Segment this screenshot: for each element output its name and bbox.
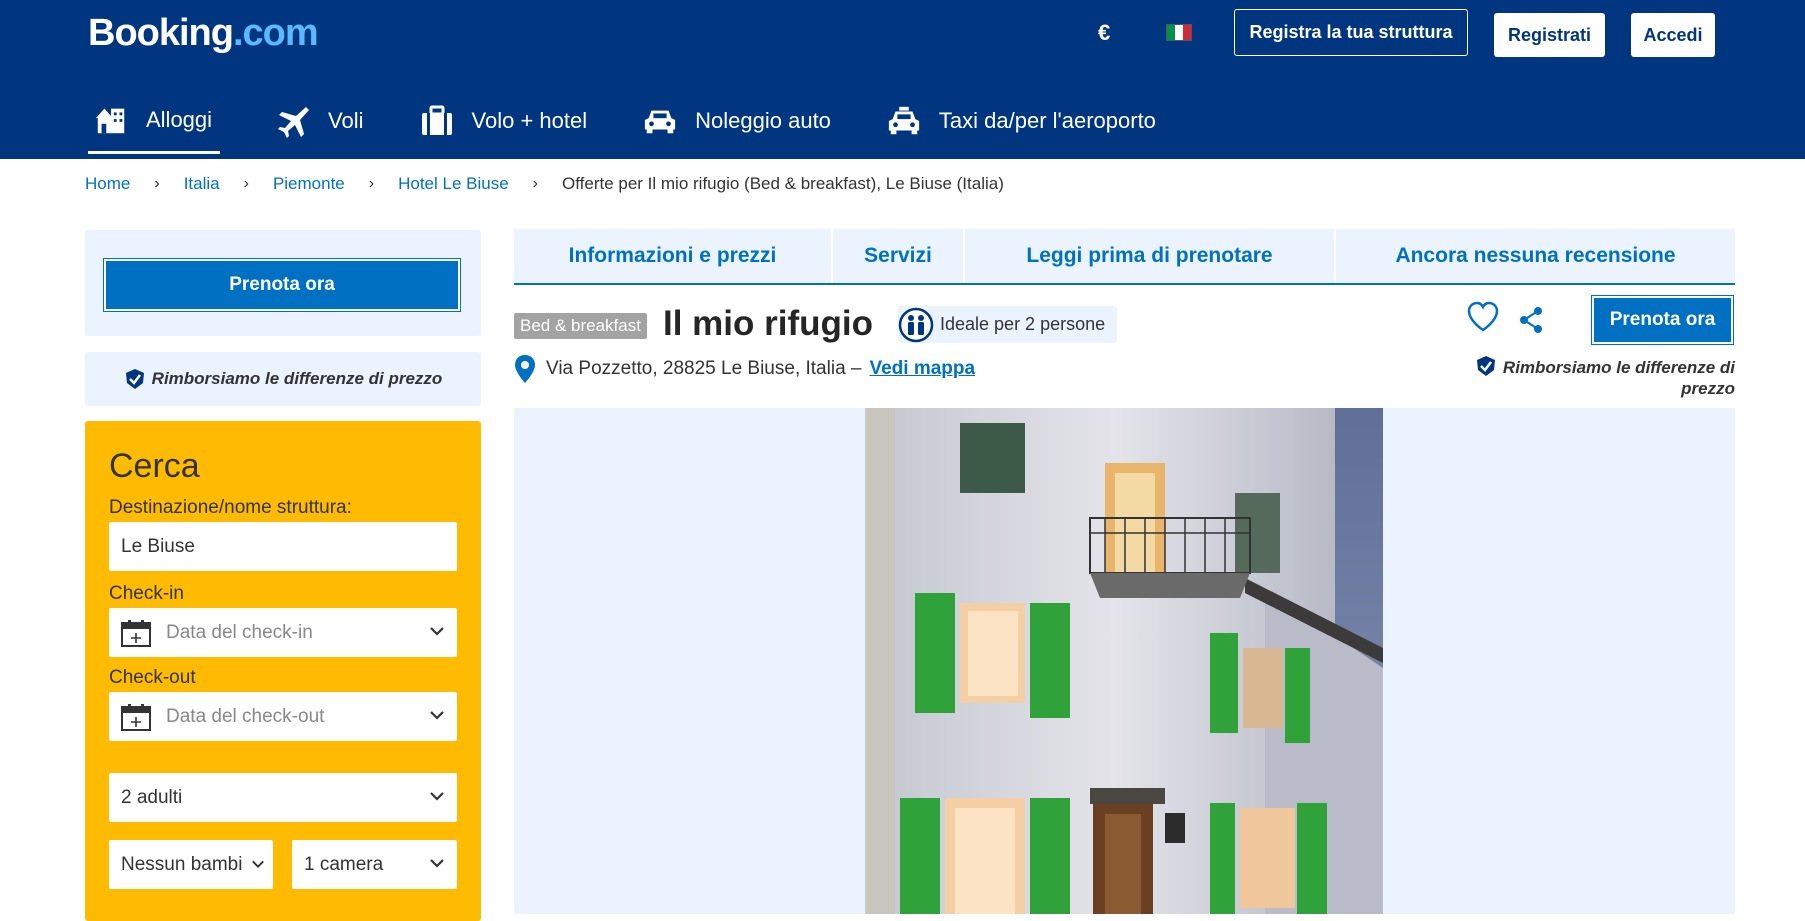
currency-selector[interactable]: €: [1098, 20, 1110, 46]
children-select[interactable]: Nessun bambino: [109, 840, 273, 889]
calendar-icon: [121, 619, 151, 647]
chevron-down-icon: [429, 855, 445, 871]
nav-label: Noleggio auto: [695, 108, 831, 133]
show-map-link[interactable]: Vedi mappa: [869, 358, 975, 380]
price-match-icon: [1475, 355, 1497, 377]
nav-item-flight-hotel[interactable]: Volo + hotel: [420, 88, 588, 154]
chevron-right-icon: ›: [243, 175, 249, 192]
hotel-icon: [94, 104, 128, 136]
adults-select[interactable]: 2 adulti: [109, 773, 457, 822]
price-match-text: Rimborsiamo le differenze di prezzo: [1502, 358, 1735, 398]
checkin-field[interactable]: Data del check-in: [109, 608, 457, 657]
chevron-right-icon: ›: [368, 175, 375, 192]
breadcrumb-city[interactable]: Hotel Le Biuse: [398, 174, 509, 194]
ideal-for-badge: Ideale per 2 persone: [898, 306, 1118, 343]
heart-icon[interactable]: [1466, 300, 1500, 334]
plane-icon: [276, 105, 310, 138]
nav-label: Volo + hotel: [471, 108, 588, 133]
map-pin-icon: [515, 355, 535, 383]
suitcase-icon: [420, 105, 454, 137]
breadcrumb-region[interactable]: Piemonte: [273, 174, 345, 194]
nav-item-airport-taxi[interactable]: Taxi da/per l'aeroporto: [887, 88, 1156, 154]
destination-label: Destinazione/nome struttura:: [109, 497, 352, 518]
property-tabs: Informazioni e prezzi Servizi Leggi prim…: [514, 229, 1735, 285]
two-people-icon: [898, 307, 934, 342]
sidebar-price-match: Rimborsiamo le differenze di prezzo: [85, 352, 481, 406]
main-nav: Alloggi Voli Volo + hotel Noleggio auto …: [88, 88, 1212, 158]
book-now-button[interactable]: Prenota ora: [1592, 296, 1733, 344]
taxi-icon: [887, 105, 921, 137]
property-title: Il mio rifugio: [663, 304, 873, 343]
register-button[interactable]: Registrati: [1494, 13, 1605, 57]
checkout-field[interactable]: Data del check-out: [109, 692, 457, 741]
tab-facilities[interactable]: Servizi: [833, 229, 965, 283]
nav-item-car-rental[interactable]: Noleggio auto: [643, 88, 831, 154]
tab-reviews[interactable]: Ancora nessuna recensione: [1336, 229, 1735, 283]
checkout-label: Check-out: [109, 667, 196, 688]
nav-label: Taxi da/per l'aeroporto: [938, 108, 1156, 133]
login-button[interactable]: Accedi: [1631, 13, 1715, 57]
share-icon[interactable]: [1518, 306, 1544, 334]
ideal-for-text: Ideale per 2 persone: [940, 314, 1106, 334]
nav-label: Voli: [328, 108, 364, 133]
calendar-icon: [121, 703, 151, 731]
language-flag-icon[interactable]: [1166, 24, 1192, 41]
destination-input[interactable]: Le Biuse: [109, 522, 457, 571]
breadcrumb-current: Offerte per Il mio rifugio (Bed & breakf…: [562, 174, 1004, 193]
list-property-button[interactable]: Registra la tua struttura: [1234, 9, 1468, 56]
breadcrumb-country[interactable]: Italia: [184, 174, 220, 194]
site-header: Booking.com € Registra la tua struttura …: [0, 0, 1805, 159]
nav-label: Alloggi: [146, 106, 213, 132]
checkin-label: Check-in: [109, 583, 184, 604]
chevron-right-icon: ›: [532, 175, 538, 192]
breadcrumb: Home › Italia › Piemonte › Hotel Le Bius…: [85, 174, 1004, 194]
sidebar-book-panel: Prenota ora: [85, 230, 481, 336]
property-photo[interactable]: [865, 408, 1383, 914]
property-type-badge: Bed & breakfast: [514, 313, 647, 339]
chevron-right-icon: ›: [154, 175, 160, 192]
chevron-down-icon: [430, 711, 444, 720]
tab-info-prices[interactable]: Informazioni e prezzi: [514, 229, 833, 283]
chevron-down-icon: [243, 855, 273, 873]
booking-logo[interactable]: Booking.com: [88, 12, 319, 55]
breadcrumb-home[interactable]: Home: [85, 174, 130, 194]
price-match-note: Rimborsiamo le differenze di prezzo: [1470, 355, 1735, 399]
tab-house-rules[interactable]: Leggi prima di prenotare: [965, 229, 1336, 283]
property-address: Via Pozzetto, 28825 Le Biuse, Italia – V…: [514, 354, 975, 384]
chevron-down-icon: [430, 627, 444, 636]
rooms-select[interactable]: 1 camera: [292, 840, 457, 889]
chevron-down-icon: [429, 788, 445, 804]
search-title: Cerca: [109, 447, 200, 485]
nav-item-stays[interactable]: Alloggi: [88, 88, 221, 154]
search-panel: Cerca Destinazione/nome struttura: Le Bi…: [85, 421, 481, 921]
price-match-icon: [124, 368, 146, 390]
address-text: Via Pozzetto, 28825 Le Biuse, Italia –: [546, 358, 862, 379]
price-match-text: Rimborsiamo le differenze di prezzo: [151, 369, 443, 388]
nav-item-flights[interactable]: Voli: [276, 88, 364, 154]
sidebar-book-now-button[interactable]: Prenota ora: [104, 259, 460, 311]
car-icon: [643, 105, 677, 137]
